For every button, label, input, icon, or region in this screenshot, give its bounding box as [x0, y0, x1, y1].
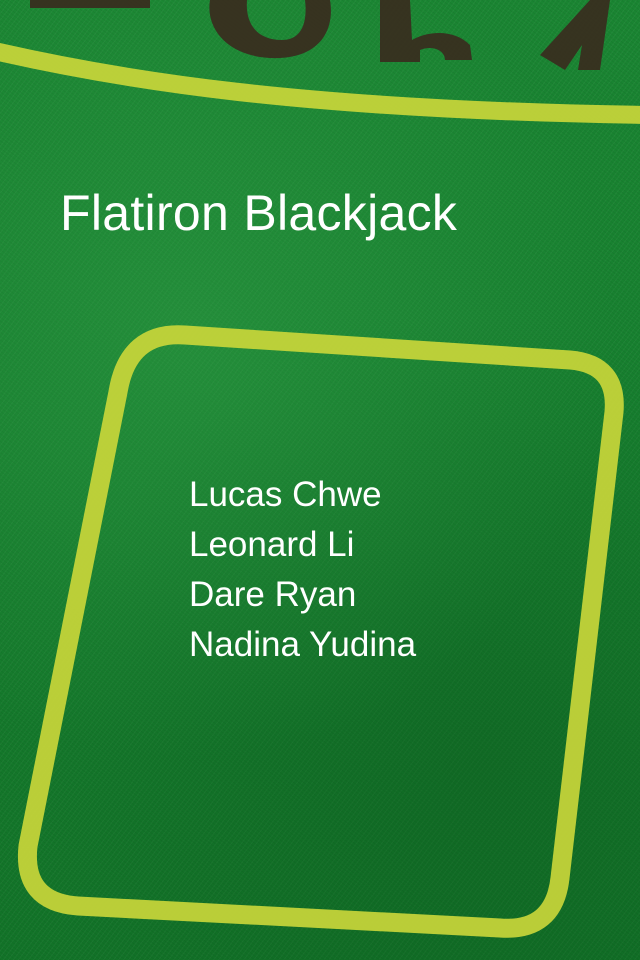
player-list: Lucas Chwe Leonard Li Dare Ryan Nadina Y…: [189, 470, 416, 670]
player-name: Leonard Li: [189, 525, 355, 564]
player-name: Nadina Yudina: [189, 625, 417, 664]
game-title: Flatiron Blackjack: [60, 185, 458, 241]
printed-table-lettering: [30, 0, 610, 70]
betting-line: [0, 43, 640, 124]
player-name: Lucas Chwe: [189, 475, 382, 514]
player-name: Dare Ryan: [189, 575, 357, 614]
